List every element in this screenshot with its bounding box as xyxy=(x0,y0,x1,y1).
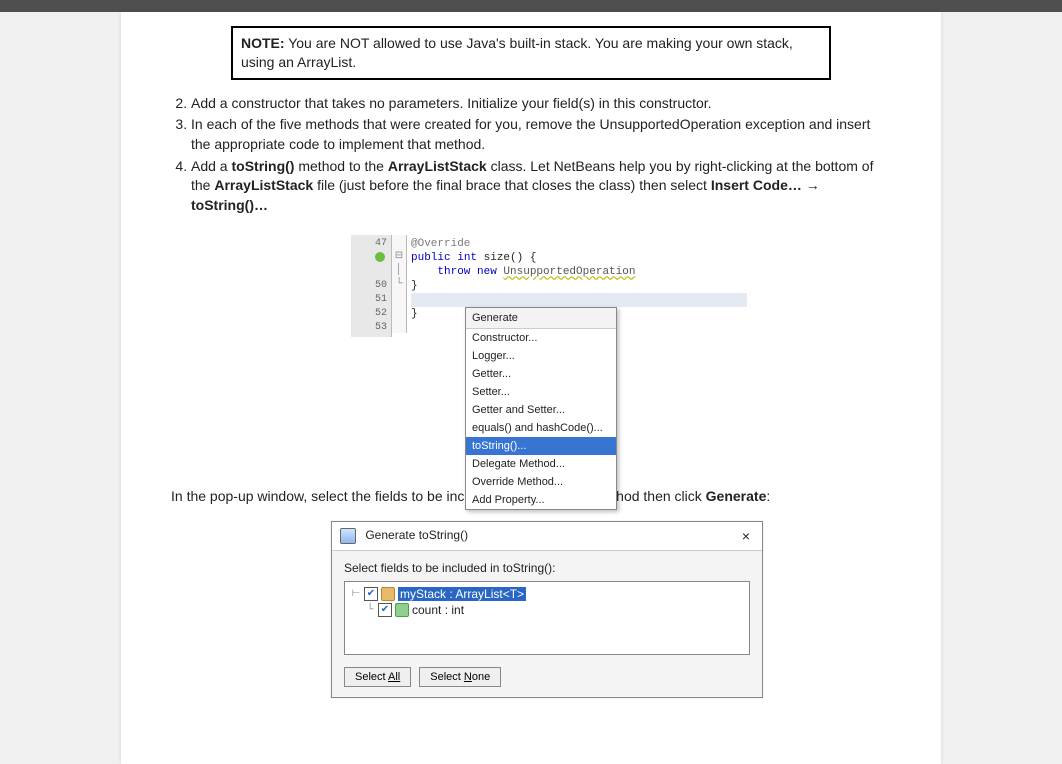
dialog-close-button[interactable]: × xyxy=(738,528,754,544)
btn-text-prefix: Select xyxy=(355,671,388,683)
para-part-b: Generate xyxy=(706,488,767,504)
note-box: NOTE: You are NOT allowed to use Java's … xyxy=(231,26,831,80)
code-kw-int: int xyxy=(457,252,483,264)
code-method-name: size() { xyxy=(484,252,537,264)
document-page: NOTE: You are NOT allowed to use Java's … xyxy=(121,12,941,764)
select-none-button[interactable]: Select None xyxy=(419,667,501,687)
ctx-item-logger[interactable]: Logger... xyxy=(466,347,616,365)
code-close-brace-1: } xyxy=(411,279,747,293)
step-4-part-b: toString() xyxy=(231,158,294,174)
select-all-button[interactable]: Select All xyxy=(344,667,411,687)
field-tree: ⊢ ✔ myStack : ArrayList<T> └ ✔ count : i… xyxy=(344,581,750,655)
line-num-53: 53 xyxy=(355,321,387,335)
line-num-52: 52 xyxy=(355,307,387,321)
tree-row-mystack[interactable]: ⊢ ✔ myStack : ArrayList<T> xyxy=(349,586,745,602)
field-label-mystack: myStack : ArrayList<T> xyxy=(398,587,526,601)
step-3: In each of the five methods that were cr… xyxy=(191,115,891,154)
para-part-a: In the pop-up window, select the fields … xyxy=(171,488,706,504)
dialog-label: Select fields to be included in toString… xyxy=(344,561,750,575)
step-4: Add a toString() method to the ArrayList… xyxy=(191,157,891,216)
line-icon-row xyxy=(355,251,387,265)
code-kw-public: public xyxy=(411,252,457,264)
ctx-item-add-property[interactable]: Add Property... xyxy=(466,491,616,509)
note-text: You are NOT allowed to use Java's built-… xyxy=(241,35,793,70)
fold-toggle-icon: ⊟ xyxy=(392,249,406,263)
step-4-part-f: ArrayListStack xyxy=(214,177,313,193)
ctx-item-equals-hashcode[interactable]: equals() and hashCode()... xyxy=(466,419,616,437)
field-label-count: count : int xyxy=(412,603,464,617)
generate-tostring-dialog: Generate toString() × Select fields to b… xyxy=(331,521,763,698)
step-2-text: Add a constructor that takes no paramete… xyxy=(191,95,712,111)
step-4-part-c: method to the xyxy=(294,158,387,174)
code-throw: throw new xyxy=(437,266,503,278)
step-4-part-a: Add a xyxy=(191,158,231,174)
dialog-icon xyxy=(340,528,356,544)
dialog-title: Generate toString() xyxy=(365,528,468,542)
tree-connector-icon: └ xyxy=(365,604,375,615)
step-4-part-g: file (just before the final brace that c… xyxy=(313,177,711,193)
ctx-item-delegate[interactable]: Delegate Method... xyxy=(466,455,616,473)
step-2: Add a constructor that takes no paramete… xyxy=(191,94,891,114)
line-num-50: 50 xyxy=(355,279,387,293)
editor-gutter: 47 50 51 52 53 xyxy=(351,235,392,337)
code-editor-figure: 47 50 51 52 53 ⊟ │ └ xyxy=(351,235,751,337)
instruction-list: Add a constructor that takes no paramete… xyxy=(171,94,891,216)
line-num-51: 51 xyxy=(355,293,387,307)
dialog-titlebar: Generate toString() × xyxy=(332,522,762,551)
line-blank xyxy=(355,265,387,279)
note-label: NOTE: xyxy=(241,35,285,51)
tree-connector-icon: ⊢ xyxy=(351,588,361,599)
code-override: @Override xyxy=(411,238,470,250)
generate-context-menu[interactable]: Generate Constructor... Logger... Getter… xyxy=(465,307,617,510)
field-icon xyxy=(395,603,409,617)
tree-row-count[interactable]: └ ✔ count : int xyxy=(363,602,745,618)
code-exception: UnsupportedOperation xyxy=(503,266,635,278)
ctx-menu-header: Generate xyxy=(466,308,616,329)
para-part-c: : xyxy=(766,488,770,504)
ctx-item-tostring[interactable]: toString()... xyxy=(466,437,616,455)
ctx-item-getter-setter[interactable]: Getter and Setter... xyxy=(466,401,616,419)
ctx-item-getter[interactable]: Getter... xyxy=(466,365,616,383)
line-num-47: 47 xyxy=(355,237,387,251)
code-blank-highlight xyxy=(411,293,747,307)
ctx-item-override[interactable]: Override Method... xyxy=(466,473,616,491)
step-4-part-d: ArrayListStack xyxy=(388,158,487,174)
btn-text-underlined: All xyxy=(388,671,400,683)
field-icon xyxy=(381,587,395,601)
code-area: @Override public int size() { throw new … xyxy=(407,235,751,337)
window-topbar xyxy=(0,0,1062,12)
circle-icon xyxy=(375,252,385,262)
ctx-item-constructor[interactable]: Constructor... xyxy=(466,329,616,347)
ctx-item-setter[interactable]: Setter... xyxy=(466,383,616,401)
checkbox-count[interactable]: ✔ xyxy=(378,603,392,617)
step-3-text: In each of the five methods that were cr… xyxy=(191,116,870,152)
checkbox-mystack[interactable]: ✔ xyxy=(364,587,378,601)
fold-column: ⊟ │ └ xyxy=(392,235,407,333)
